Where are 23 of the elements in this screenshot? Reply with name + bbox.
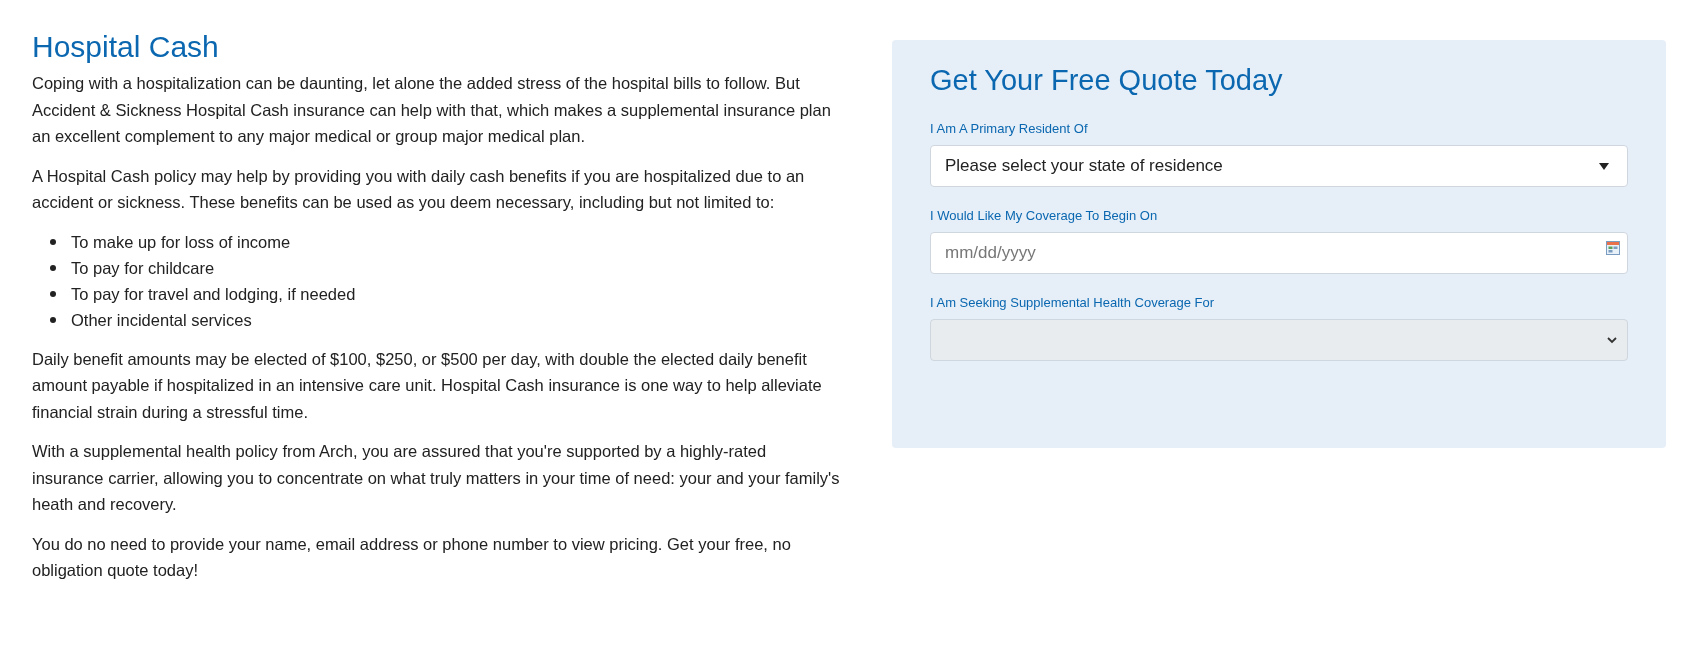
calendar-icon[interactable]: [1606, 241, 1620, 255]
list-item: To make up for loss of income: [71, 231, 291, 253]
select-field[interactable]: Please select your state of residence: [930, 145, 1628, 187]
paragraph: With a supplemental health policy from Arch, you are assured that you're supported by a highly-rated insurance carrier, allowing you to concentrate on what truly matters in your time of need: your and your family's heath and recovery.: [32, 441, 841, 515]
paragraph: Coping with a hospitalization can be daunting, let alone the added stress of the hospital bills to follow. But Accident & Sickness Hospital Cash insurance can help with that, which makes a supplemental insurance plan an excellent complement to any major medical or group major medical plan.: [32, 73, 832, 147]
caret-icon: [1599, 162, 1609, 170]
date-field[interactable]: mm/dd/yyyy: [930, 232, 1628, 274]
bullet-icon: [50, 264, 56, 271]
paragraph: A Hospital Cash policy may help by providing you with daily cash benefits if you are hospitalized due to an accident or sickness. These benefits can be used as you deem necessary, including but not limited to:: [32, 165, 806, 213]
chevron-icon: [1607, 336, 1617, 344]
bullet-icon: [50, 316, 56, 323]
field-label: I Am A Primary Resident Of: [930, 121, 1089, 136]
list-item: To pay for travel and lodging, if needed: [71, 283, 356, 305]
form-title: Get Your Free Quote Today: [930, 64, 1284, 97]
field-label: I Am Seeking Supplemental Health Coverage For: [930, 295, 1215, 310]
article-title: Hospital Cash: [32, 30, 220, 64]
list-item: To pay for childcare: [71, 257, 215, 279]
field-label: I Would Like My Coverage To Begin On: [930, 208, 1159, 223]
bullet-icon: [50, 290, 56, 297]
bullet-icon: [50, 238, 56, 245]
paragraph: Daily benefit amounts may be elected of $100, $250, or $500 per day, with double the elected daily benefit amount payable if hospitalized in an intensive care unit. Hospital Cash insurance is one way to help alleviate financial strain during a stressful time.: [32, 348, 823, 423]
list-item: Other incidental services: [71, 309, 252, 331]
paragraph: You do no need to provide your name, email address or phone number to view pricing. Get your free, no obligation quote today!: [32, 533, 792, 581]
